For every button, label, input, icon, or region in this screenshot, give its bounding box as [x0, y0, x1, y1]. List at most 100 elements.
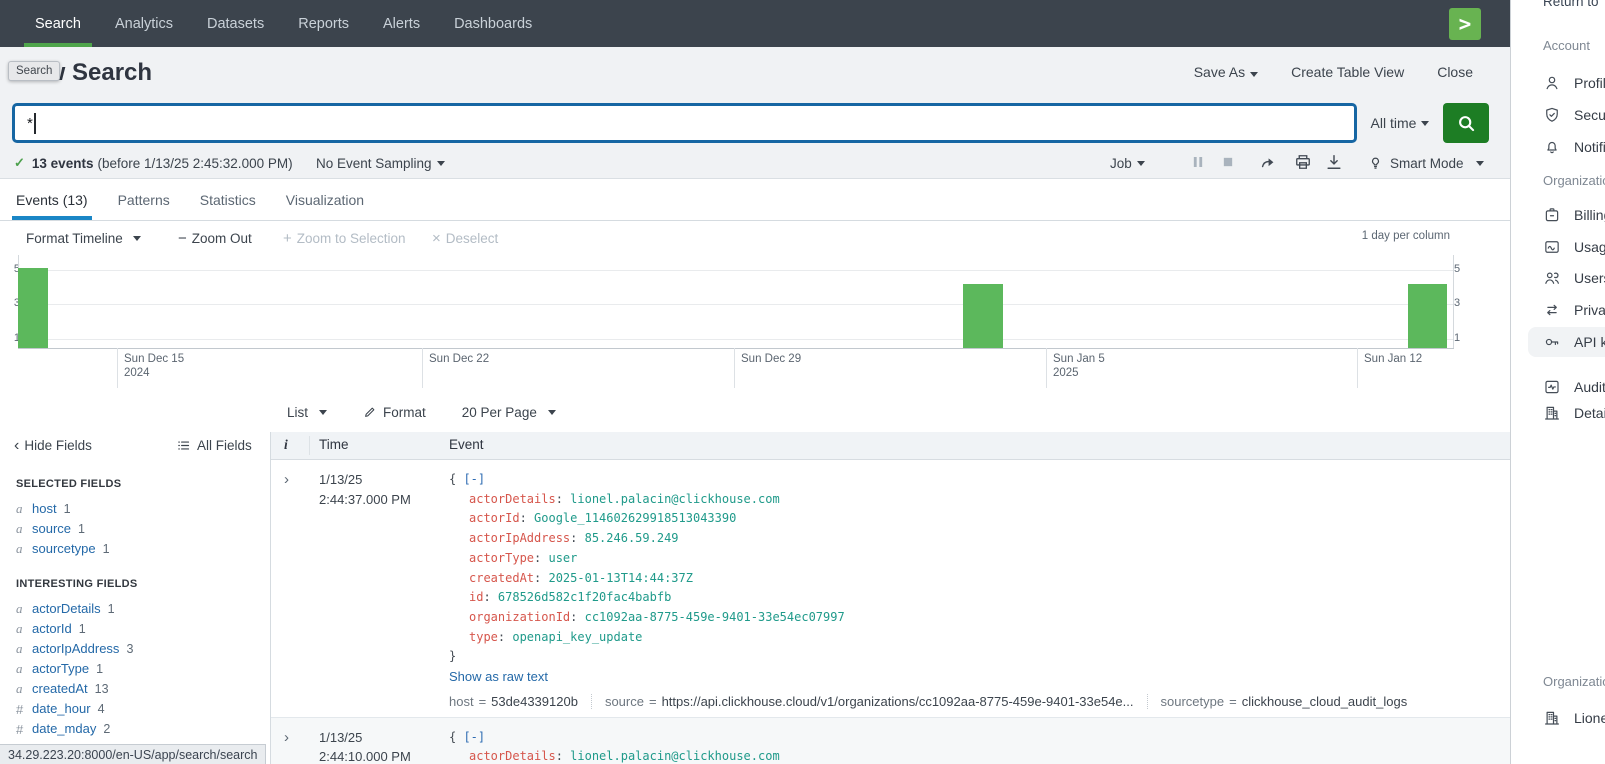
json-key[interactable]: actorType [469, 551, 534, 565]
show-raw-text-link[interactable]: Show as raw text [449, 667, 1498, 687]
sidebar-item-label: Usage [1574, 239, 1605, 255]
field-link-sourcetype[interactable]: sourcetype [32, 541, 96, 557]
json-value[interactable]: openapi_key_update [512, 630, 642, 644]
field-link-actordetails[interactable]: actorDetails [32, 601, 101, 617]
json-value[interactable]: 678526d582c1f20fac4babfb [498, 590, 671, 604]
json-collapse-toggle[interactable]: [-] [463, 730, 485, 744]
expand-event-icon[interactable]: › [284, 728, 289, 748]
sidebar-item-profile[interactable]: Profile [1543, 68, 1605, 98]
sidebar-item-label: Private [1574, 302, 1605, 318]
splunk-logo[interactable]: > [1449, 8, 1481, 40]
tab-patterns[interactable]: Patterns [118, 179, 170, 220]
field-link-source[interactable]: source [32, 521, 71, 537]
field-distinct-count: 3 [126, 642, 133, 656]
field-distinct-count: 1 [79, 622, 86, 636]
selected-fields-header: SELECTED FIELDS [16, 478, 121, 490]
billing-icon [1543, 206, 1561, 224]
export-button[interactable] [1324, 152, 1346, 174]
create-table-view-button[interactable]: Create Table View [1291, 64, 1404, 80]
json-key[interactable]: id [469, 590, 483, 604]
json-value[interactable]: 85.246.59.249 [585, 531, 679, 545]
field-link-date-hour[interactable]: date_hour [32, 701, 91, 717]
meta-field-value[interactable]: https://api.clickhouse.cloud/v1/organiza… [662, 694, 1134, 709]
meta-field-label: source [605, 694, 644, 709]
return-to-link[interactable]: Return to [1543, 0, 1599, 9]
zoom-out-button[interactable]: −Zoom Out [178, 221, 252, 255]
meta-field-value[interactable]: clickhouse_cloud_audit_logs [1242, 694, 1408, 709]
search-button[interactable] [1443, 103, 1489, 143]
json-key[interactable]: actorId [469, 511, 520, 525]
field-distinct-count: 1 [64, 502, 71, 516]
json-value[interactable]: user [548, 551, 577, 565]
sidebar-section-header-organization: Organization [1543, 674, 1605, 689]
nav-item-analytics[interactable]: Analytics [98, 0, 190, 47]
sidebar-item-private[interactable]: Private [1543, 295, 1605, 325]
json-collapse-toggle[interactable]: [-] [463, 472, 485, 486]
field-link-host[interactable]: host [32, 501, 57, 517]
field-link-actoripaddress[interactable]: actorIpAddress [32, 641, 119, 657]
share-job-button[interactable] [1258, 152, 1280, 174]
list-view-dropdown[interactable]: List [287, 405, 327, 420]
search-input[interactable]: * [12, 103, 1357, 143]
search-mode-selector[interactable]: Smart Mode [1368, 148, 1484, 178]
tab-label: Events (13) [16, 192, 88, 208]
json-value[interactable]: Google_114602629918513043390 [534, 511, 736, 525]
tab-visualization[interactable]: Visualization [286, 179, 364, 220]
save-as-button[interactable]: Save As [1194, 64, 1258, 80]
nav-item-reports[interactable]: Reports [281, 0, 366, 47]
x-tick-date: Sun Dec 29 [741, 352, 801, 366]
nav-item-datasets[interactable]: Datasets [190, 0, 281, 47]
json-value[interactable]: lionel.palacin@clickhouse.com [570, 492, 780, 506]
meta-field-value[interactable]: 53de4339120b [491, 694, 578, 709]
print-button[interactable] [1293, 152, 1315, 174]
string-field-icon: a [16, 541, 32, 557]
job-menu[interactable]: Job [1110, 148, 1145, 178]
sidebar-item-api-keys[interactable]: API keys [1543, 327, 1605, 357]
json-key[interactable]: organizationId [469, 610, 570, 624]
selected-fields-list: ahost1asource1asourcetype1 [0, 499, 270, 559]
clickhouse-settings-sidebar: Return to AccountProfileSecurityNotifica… [1512, 0, 1605, 764]
field-link-actortype[interactable]: actorType [32, 661, 89, 677]
time-range-picker[interactable]: All time [1357, 103, 1443, 143]
sidebar-item-usage[interactable]: Usage [1543, 232, 1605, 262]
tab-statistics[interactable]: Statistics [200, 179, 256, 220]
per-page-dropdown[interactable]: 20 Per Page [462, 405, 556, 420]
sidebar-item-lionel[interactable]: Lionel [1543, 703, 1605, 733]
sidebar-item-billing[interactable]: Billing [1543, 200, 1605, 230]
field-link-actorid[interactable]: actorId [32, 621, 72, 637]
field-link-date-mday[interactable]: date_mday [32, 721, 96, 737]
sidebar-item-details[interactable]: Details [1543, 398, 1605, 428]
timeline-bar[interactable] [1408, 284, 1447, 348]
format-results-button[interactable]: Format [363, 405, 426, 420]
hide-fields-button[interactable]: ‹ Hide Fields [14, 438, 92, 453]
json-key[interactable]: createdAt [469, 571, 534, 585]
format-timeline-dropdown[interactable]: Format Timeline [26, 221, 141, 255]
nav-item-label: Analytics [115, 16, 173, 32]
timeline-bar[interactable] [963, 284, 1003, 348]
sidebar-item-notifications[interactable]: Notifications [1543, 132, 1605, 162]
field-link-createdat[interactable]: createdAt [32, 681, 88, 697]
json-value[interactable]: 2025-01-13T14:44:37Z [548, 571, 693, 585]
json-colon: : [498, 630, 512, 644]
json-key[interactable]: actorDetails [469, 749, 556, 763]
event-sampling-dropdown[interactable]: No Event Sampling [316, 148, 445, 178]
json-value[interactable]: lionel.palacin@clickhouse.com [570, 749, 780, 763]
tab-label: Visualization [286, 192, 364, 208]
timeline-bar[interactable] [18, 268, 48, 348]
check-icon: ✓ [14, 155, 25, 171]
nav-item-search[interactable]: Search [18, 0, 98, 47]
tab-events-13[interactable]: Events (13) [16, 179, 88, 220]
sidebar-item-security[interactable]: Security [1543, 100, 1605, 130]
json-value[interactable]: cc1092aa-8775-459e-9401-33e54ec07997 [585, 610, 845, 624]
nav-item-alerts[interactable]: Alerts [366, 0, 437, 47]
nav-item-dashboards[interactable]: Dashboards [437, 0, 549, 47]
all-fields-button[interactable]: All Fields [176, 438, 252, 453]
json-key[interactable]: actorIpAddress [469, 531, 570, 545]
field-distinct-count: 1 [96, 662, 103, 676]
sidebar-item-users[interactable]: Users [1543, 263, 1605, 293]
close-button[interactable]: Close [1437, 64, 1473, 80]
meta-source: source=https://api.clickhouse.cloud/v1/o… [591, 694, 1134, 709]
json-key[interactable]: type [469, 630, 498, 644]
json-key[interactable]: actorDetails [469, 492, 556, 506]
expand-event-icon[interactable]: › [284, 470, 289, 490]
